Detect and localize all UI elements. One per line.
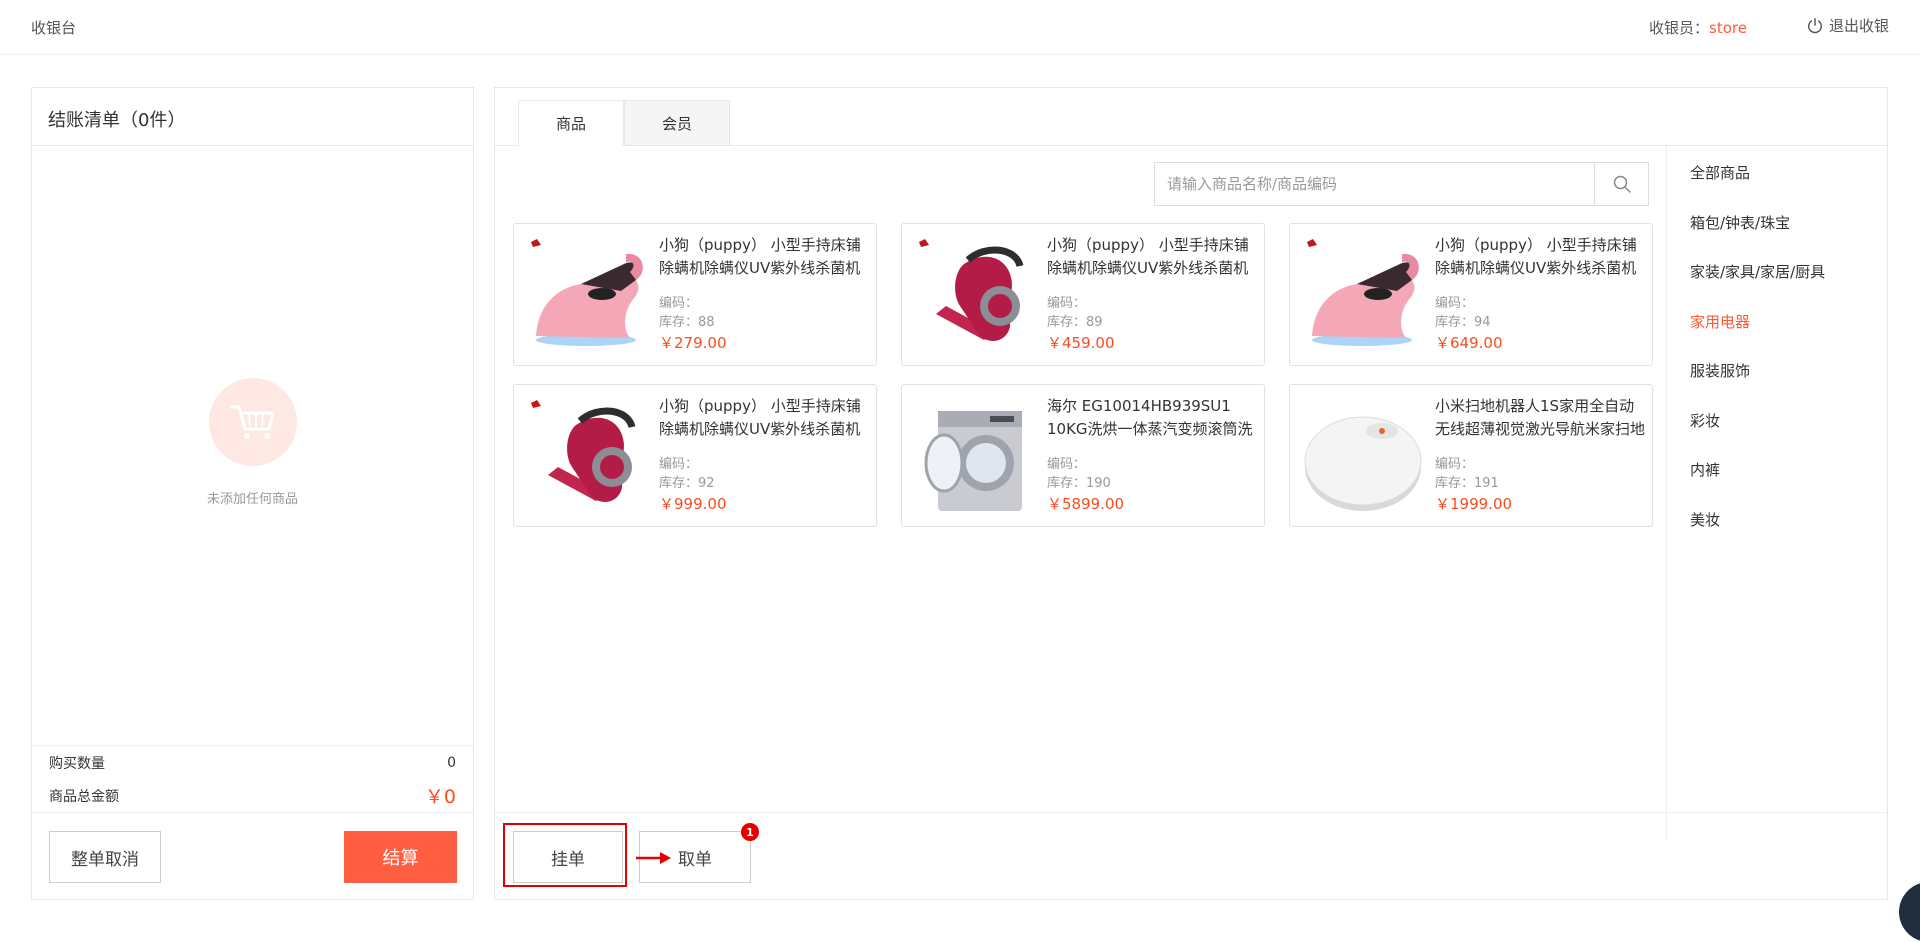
checkout-list-title: 结账清单（0件） bbox=[32, 88, 473, 146]
cashier-name: store bbox=[1709, 19, 1747, 37]
pink-mite-vacuum-image bbox=[531, 239, 643, 346]
product-price: ￥279.00 bbox=[659, 334, 727, 352]
checkout-list-panel: 结账清单（0件） 未添加任何商品 购买数量 0 商品总金额 ￥0 整单取消 结算 bbox=[31, 87, 474, 900]
empty-cart: 未添加任何商品 bbox=[32, 378, 473, 507]
product-code: 编码： bbox=[659, 296, 699, 311]
product-card[interactable]: 海尔 EG10014HB939SU1 10KG洗烘一体蒸汽变频滚筒洗衣机 编码：… bbox=[901, 384, 1265, 527]
red-mite-vacuum-image bbox=[919, 239, 1024, 341]
product-title: 小狗（puppy） 小型手持床铺除螨机除螨仪UV紫外线杀菌机 bbox=[1047, 236, 1249, 277]
search-input[interactable] bbox=[1155, 163, 1594, 205]
tab-members[interactable]: 会员 bbox=[624, 100, 730, 146]
washing-machine-image bbox=[924, 411, 1022, 511]
product-price: ￥999.00 bbox=[659, 495, 727, 513]
product-title: 小米扫地机器人1S家用全自动无线超薄视觉激光导航米家扫地机 bbox=[1435, 397, 1645, 438]
cashier-info: 收银员：store bbox=[1649, 17, 1747, 38]
pending-order-badge: 1 bbox=[741, 823, 759, 841]
quantity-row: 购买数量 0 bbox=[32, 746, 473, 779]
category-item[interactable]: 箱包/钟表/珠宝 bbox=[1667, 196, 1888, 246]
logout-button[interactable]: 退出收银 bbox=[1806, 15, 1889, 36]
logout-label: 退出收银 bbox=[1828, 17, 1889, 35]
product-price: ￥459.00 bbox=[1047, 334, 1115, 352]
product-code: 编码： bbox=[1435, 457, 1475, 472]
quantity-label: 购买数量 bbox=[49, 755, 105, 772]
product-card[interactable]: 小狗（puppy） 小型手持床铺除螨机除螨仪UV紫外线杀菌机 编码： 库存：92… bbox=[513, 384, 877, 527]
product-price: ￥649.00 bbox=[1435, 334, 1503, 352]
search-button[interactable] bbox=[1594, 163, 1648, 205]
order-actions: 挂单 取单 1 bbox=[495, 812, 1887, 901]
search-icon bbox=[1613, 175, 1631, 193]
product-panel: 商品 会员 小狗（puppy） 小型手持床铺除螨机除螨仪UV紫外线杀菌机 编码： bbox=[494, 87, 1888, 900]
category-item[interactable]: 内裤 bbox=[1667, 443, 1888, 493]
product-stock: 库存：89 bbox=[1047, 315, 1103, 330]
total-label: 商品总金额 bbox=[49, 788, 119, 805]
tab-bar: 商品 会员 bbox=[518, 100, 730, 146]
product-code: 编码： bbox=[1047, 457, 1087, 472]
arrow-right-icon bbox=[636, 852, 671, 864]
power-icon bbox=[1807, 17, 1822, 33]
robot-vacuum-image bbox=[1304, 416, 1422, 511]
cancel-all-button[interactable]: 整单取消 bbox=[49, 831, 161, 883]
product-code: 编码： bbox=[1435, 296, 1475, 311]
product-stock: 库存：191 bbox=[1435, 476, 1499, 491]
pink-mite-vacuum-image bbox=[1307, 239, 1419, 346]
category-item[interactable]: 服装服饰 bbox=[1667, 344, 1888, 394]
total-row: 商品总金额 ￥0 bbox=[32, 779, 473, 812]
hold-order-button[interactable]: 挂单 bbox=[513, 831, 623, 883]
empty-cart-text: 未添加任何商品 bbox=[206, 492, 298, 507]
product-stock: 库存：92 bbox=[659, 476, 715, 491]
total-amount: ￥0 bbox=[424, 786, 456, 808]
product-card[interactable]: 小狗（puppy） 小型手持床铺除螨机除螨仪UV紫外线杀菌机 编码： 库存：89… bbox=[901, 223, 1265, 366]
category-item[interactable]: 家装/家具/家居/厨具 bbox=[1667, 245, 1888, 295]
product-search bbox=[1154, 162, 1649, 206]
product-price: ￥5899.00 bbox=[1047, 495, 1125, 513]
cart-actions: 整单取消 结算 bbox=[32, 812, 473, 901]
product-title: 海尔 EG10014HB939SU1 10KG洗烘一体蒸汽变频滚筒洗衣机 bbox=[1047, 397, 1253, 438]
category-item-active[interactable]: 家用电器 bbox=[1667, 295, 1888, 345]
category-item[interactable]: 美妆 bbox=[1667, 493, 1888, 543]
cashier-label: 收银员： bbox=[1649, 19, 1710, 37]
app-title: 收银台 bbox=[31, 19, 77, 37]
product-card[interactable]: 小狗（puppy） 小型手持床铺除螨机除螨仪UV紫外线杀菌机 编码： 库存：88… bbox=[513, 223, 877, 366]
category-list: 全部商品 箱包/钟表/珠宝 家装/家具/家居/厨具 家用电器 服装服饰 彩妆 内… bbox=[1666, 146, 1888, 841]
product-title: 小狗（puppy） 小型手持床铺除螨机除螨仪UV紫外线杀菌机 bbox=[659, 236, 861, 277]
floating-bubble[interactable]: 8 bbox=[1899, 882, 1920, 942]
product-stock: 库存：190 bbox=[1047, 476, 1111, 491]
red-mite-vacuum-image bbox=[531, 400, 636, 502]
top-bar: 收银台 收银员：store 退出收银 bbox=[0, 0, 1920, 55]
product-card[interactable]: 小米扫地机器人1S家用全自动无线超薄视觉激光导航米家扫地机 编码： 库存：191… bbox=[1289, 384, 1653, 527]
quantity-value: 0 bbox=[447, 754, 456, 771]
category-item[interactable]: 彩妆 bbox=[1667, 394, 1888, 444]
cart-icon bbox=[208, 378, 297, 466]
tab-products[interactable]: 商品 bbox=[518, 100, 624, 146]
product-stock: 库存：88 bbox=[659, 315, 715, 330]
category-item[interactable]: 全部商品 bbox=[1667, 146, 1888, 196]
cart-summary: 购买数量 0 商品总金额 ￥0 bbox=[32, 745, 473, 812]
product-title: 小狗（puppy） 小型手持床铺除螨机除螨仪UV紫外线杀菌机 bbox=[659, 397, 861, 438]
checkout-button[interactable]: 结算 bbox=[344, 831, 457, 883]
product-card[interactable]: 小狗（puppy） 小型手持床铺除螨机除螨仪UV紫外线杀菌机 编码： 库存：94… bbox=[1289, 223, 1653, 366]
product-price: ￥1999.00 bbox=[1435, 495, 1513, 513]
product-code: 编码： bbox=[659, 457, 699, 472]
product-stock: 库存：94 bbox=[1435, 315, 1491, 330]
product-code: 编码： bbox=[1047, 296, 1087, 311]
product-title: 小狗（puppy） 小型手持床铺除螨机除螨仪UV紫外线杀菌机 bbox=[1435, 236, 1637, 277]
